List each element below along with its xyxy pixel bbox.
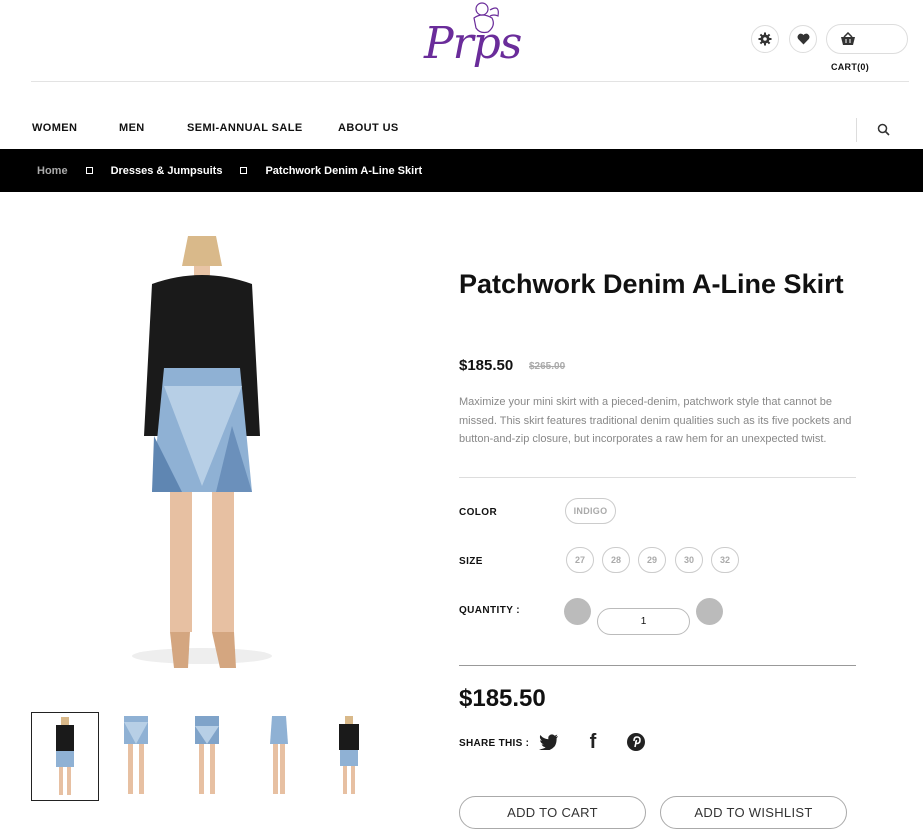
- color-label: COLOR: [459, 507, 498, 518]
- brand-logo[interactable]: Prps: [420, 0, 522, 80]
- logo-text: Prps: [424, 18, 522, 69]
- settings-button[interactable]: [751, 25, 779, 53]
- gear-icon: [758, 32, 772, 46]
- thumbnail-image: [56, 717, 74, 795]
- breadcrumb-home[interactable]: Home: [37, 165, 68, 177]
- twitter-glyph: [539, 734, 558, 750]
- nav-divider: [856, 118, 857, 142]
- color-option-indigo[interactable]: INDIGO: [565, 498, 616, 524]
- add-to-cart-button[interactable]: ADD TO CART: [459, 796, 646, 829]
- section-divider: [459, 665, 856, 666]
- nav-item-semi-annual-sale[interactable]: SEMI-ANNUAL SALE: [187, 122, 303, 134]
- thumbnail-image: [270, 716, 288, 794]
- size-option-30[interactable]: 30: [675, 547, 703, 573]
- breadcrumb-separator: [240, 167, 248, 174]
- size-option-28[interactable]: 28: [602, 547, 630, 573]
- basket-icon: [841, 32, 855, 45]
- add-to-wishlist-button[interactable]: ADD TO WISHLIST: [660, 796, 847, 829]
- share-label: SHARE THIS :: [459, 738, 530, 749]
- nav-item-about-us[interactable]: ABOUT US: [338, 122, 399, 134]
- size-option-29[interactable]: 29: [638, 547, 666, 573]
- cart-button[interactable]: [826, 24, 908, 54]
- breadcrumb-separator: [85, 167, 93, 174]
- product-old-price: $265.00: [529, 361, 566, 372]
- cart-label[interactable]: CART(0): [826, 62, 874, 72]
- facebook-icon[interactable]: f: [582, 731, 604, 753]
- product-thumbnail[interactable]: [244, 712, 312, 801]
- breadcrumb-current: Patchwork Denim A-Line Skirt: [265, 164, 423, 177]
- pinterest-icon[interactable]: [625, 731, 647, 753]
- product-title: Patchwork Denim A-Line Skirt: [459, 269, 844, 299]
- breadcrumb-category[interactable]: Dresses & Jumpsuits: [111, 165, 223, 177]
- pinterest-glyph: [627, 733, 645, 751]
- thumbnail-image: [195, 716, 219, 794]
- total-price: $185.50: [459, 685, 546, 712]
- quantity-decrease-button[interactable]: [564, 598, 591, 625]
- header-divider: [31, 81, 909, 82]
- product-price: $185.50: [459, 357, 514, 374]
- search-icon[interactable]: [877, 123, 890, 136]
- size-option-27[interactable]: 27: [566, 547, 594, 573]
- product-thumbnail[interactable]: [31, 712, 99, 801]
- heart-icon: [797, 33, 809, 45]
- product-main-image[interactable]: [112, 236, 292, 684]
- nav-item-men[interactable]: MEN: [119, 122, 145, 134]
- thumbnail-image: [124, 716, 148, 794]
- quantity-input[interactable]: 1: [597, 608, 690, 635]
- quantity-increase-button[interactable]: [696, 598, 723, 625]
- size-option-32[interactable]: 32: [711, 547, 739, 573]
- wishlist-button[interactable]: [789, 25, 817, 53]
- section-divider: [459, 477, 856, 478]
- twitter-icon[interactable]: [538, 731, 560, 753]
- breadcrumb: Home Dresses & Jumpsuits Patchwork Denim…: [0, 149, 923, 192]
- product-thumbnail[interactable]: [315, 712, 383, 801]
- product-thumbnail[interactable]: [102, 712, 170, 801]
- size-label: SIZE: [459, 556, 483, 567]
- thumbnail-image: [339, 716, 359, 794]
- quantity-label: QUANTITY :: [459, 605, 521, 616]
- nav-item-women[interactable]: WOMEN: [32, 122, 77, 134]
- product-description: Maximize your mini skirt with a pieced-d…: [459, 396, 852, 445]
- product-thumbnail[interactable]: [173, 712, 241, 801]
